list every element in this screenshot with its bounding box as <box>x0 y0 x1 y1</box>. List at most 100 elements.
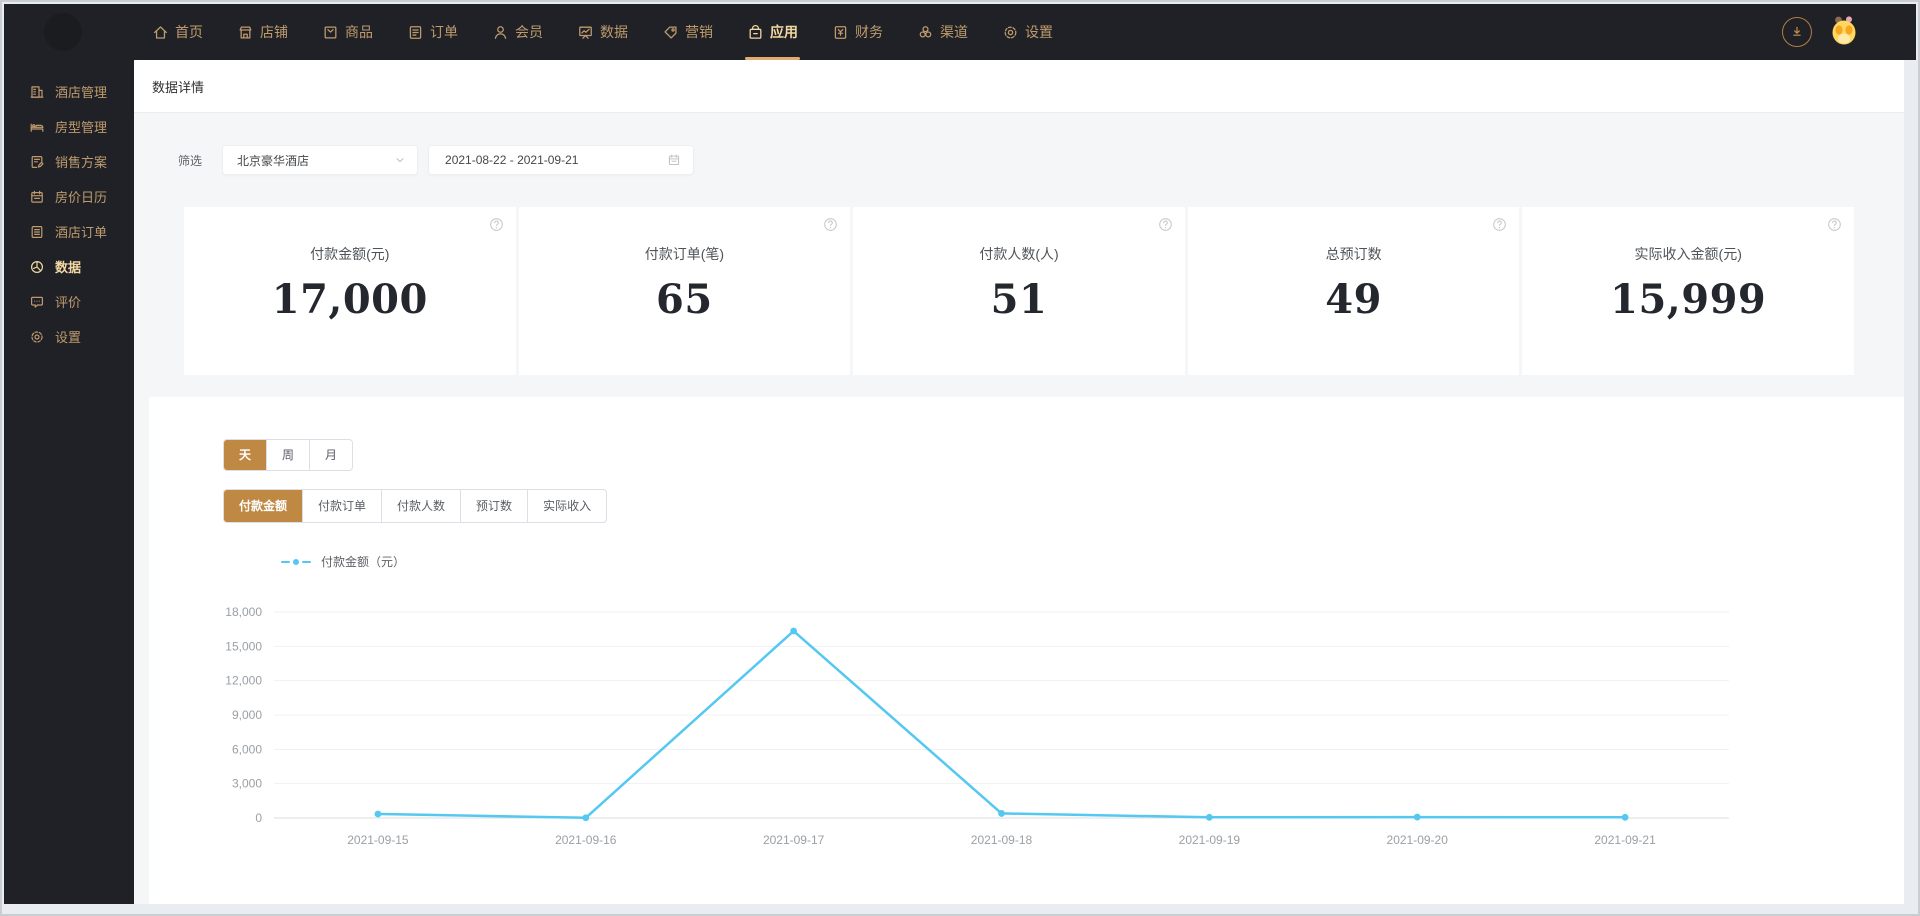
top-nav-actions <box>1782 14 1860 51</box>
nav-item-finance[interactable]: 财务 <box>832 4 883 60</box>
sidebar-item-sales-doc[interactable]: 销售方案 <box>4 144 134 179</box>
chart-legend[interactable]: 付款金额（元） <box>281 553 405 570</box>
line-chart-svg: 0 3,000 6,000 9,000 12,000 15,000 18,000 2021-0… <box>225 605 1729 847</box>
metric-tab[interactable]: 付款金额 <box>224 490 303 522</box>
nav-item-member[interactable]: 会员 <box>492 4 543 60</box>
sidebar-item-settings-gear[interactable]: 设置 <box>4 319 134 354</box>
filter-label: 筛选 <box>178 153 203 168</box>
stat-value: 65 <box>656 276 713 323</box>
hotel-building-icon <box>30 85 44 98</box>
nav-item-label: 店铺 <box>260 24 288 40</box>
nav-item-label: 应用 <box>770 24 798 40</box>
settings-gear-icon <box>31 330 43 343</box>
bed-icon <box>30 123 44 132</box>
metric-tab[interactable]: 付款订单 <box>302 490 381 522</box>
top-nav-items: 首页 店铺 商品 订单 会员 数据 营销 应用 财务 渠道 设置 <box>152 4 1053 60</box>
help-button[interactable] <box>1158 217 1173 232</box>
stat-label: 总预订数 <box>1325 246 1382 262</box>
period-tab[interactable]: 月 <box>309 440 352 470</box>
nav-item-home[interactable]: 首页 <box>152 4 203 60</box>
y-axis-tick: 0 <box>255 811 262 825</box>
legend-label: 付款金额（元） <box>321 555 406 569</box>
calendar-icon <box>667 153 681 167</box>
home-icon <box>154 25 167 39</box>
nav-item-settings-gear[interactable]: 设置 <box>1002 4 1053 60</box>
sidebar-item-order-doc[interactable]: 酒店订单 <box>4 214 134 249</box>
stat-card: 付款订单(笔) 65 <box>518 207 851 375</box>
period-tab[interactable]: 周 <box>266 440 309 470</box>
nav-item-app-bag[interactable]: 应用 <box>745 4 800 60</box>
sidebar-item-label: 房型管理 <box>55 120 108 135</box>
nav-item-label: 渠道 <box>940 24 968 40</box>
sidebar-item-review-bubble[interactable]: 评价 <box>4 284 134 319</box>
main-content: 数据详情 筛选 北京豪华酒店 2021-08-22 - 2021-09-21 付… <box>134 60 1904 904</box>
x-axis-tick: 2021-09-16 <box>555 833 617 847</box>
help-button[interactable] <box>489 217 504 232</box>
goods-icon <box>324 25 337 39</box>
sidebar-item-label: 评价 <box>55 295 82 310</box>
y-axis-tick: 15,000 <box>225 639 262 653</box>
help-button[interactable] <box>1492 217 1507 232</box>
metric-tab[interactable]: 预订数 <box>460 490 527 522</box>
shop-icon <box>239 25 252 39</box>
question-icon <box>1158 218 1172 231</box>
nav-item-marketing-tag[interactable]: 营销 <box>662 4 713 60</box>
marketing-tag-icon <box>664 25 677 39</box>
hotel-select[interactable]: 北京豪华酒店 <box>222 145 419 175</box>
sidebar-item-hotel-building[interactable]: 酒店管理 <box>4 74 134 109</box>
calendar-icon <box>31 190 43 203</box>
nav-item-label: 会员 <box>515 24 543 40</box>
filter-row: 筛选 北京豪华酒店 2021-08-22 - 2021-09-21 <box>134 113 1904 207</box>
nav-item-label: 订单 <box>430 24 458 40</box>
sidebar: 酒店管理房型管理销售方案 房价日历酒店订单数据评价设置 <box>4 60 134 904</box>
metric-tab[interactable]: 付款人数 <box>381 490 460 522</box>
sales-doc-icon <box>31 155 44 168</box>
nav-item-label: 首页 <box>175 24 203 40</box>
chevron-down-icon <box>396 158 404 163</box>
period-tab[interactable]: 天 <box>224 440 267 470</box>
channel-icon <box>919 25 932 37</box>
data-point <box>582 814 590 822</box>
stat-value: 17,000 <box>271 276 428 323</box>
x-axis-tick: 2021-09-21 <box>1594 833 1656 847</box>
data-point <box>998 810 1005 817</box>
metric-tab-group: 付款金额 付款订单 付款人数 预订数 实际收入 <box>223 489 608 523</box>
data-pie-icon <box>30 260 44 273</box>
stat-card: 付款金额(元) 17,000 <box>184 207 516 375</box>
help-button[interactable] <box>1827 217 1842 232</box>
chevron-down-icon <box>393 153 407 167</box>
sidebar-item-bed[interactable]: 房型管理 <box>4 109 134 144</box>
nav-item-data-board[interactable]: 数据 <box>577 4 628 60</box>
question-icon <box>824 218 838 231</box>
avatar-icon <box>1832 15 1856 44</box>
stat-value: 15,999 <box>1610 276 1767 323</box>
y-axis-tick: 6,000 <box>232 742 262 756</box>
stat-card: 实际收入金额(元) 15,999 <box>1522 207 1854 375</box>
period-tab-group: 天周月 <box>223 439 354 471</box>
sidebar-item-calendar[interactable]: 房价日历 <box>4 179 134 214</box>
app-window: 首页 店铺 商品 订单 会员 数据 营销 应用 财务 渠道 设置 酒店管理 房型管理 销售方案 房价日历酒… <box>0 0 1920 916</box>
sidebar-item-label: 酒店订单 <box>55 225 108 240</box>
sidebar-item-label: 数据 <box>55 260 82 275</box>
download-button[interactable] <box>1782 17 1812 47</box>
nav-item-order[interactable]: 订单 <box>407 4 458 60</box>
calendar-icon <box>668 154 680 165</box>
sidebar-item-data-pie[interactable]: 数据 <box>4 249 134 284</box>
user-avatar[interactable] <box>1828 14 1860 51</box>
data-point <box>374 810 382 818</box>
nav-item-channel[interactable]: 渠道 <box>917 4 968 60</box>
x-axis-tick: 2021-09-20 <box>1387 833 1449 847</box>
help-button[interactable] <box>823 217 838 232</box>
date-range-picker[interactable]: 2021-08-22 - 2021-09-21 <box>428 145 695 175</box>
nav-item-goods[interactable]: 商品 <box>322 4 373 60</box>
metric-tab[interactable]: 实际收入 <box>527 490 606 522</box>
x-axis-tick: 2021-09-19 <box>1179 833 1241 847</box>
series-line <box>376 629 1627 820</box>
settings-gear-icon <box>1004 26 1017 38</box>
nav-item-shop[interactable]: 店铺 <box>237 4 288 60</box>
question-icon <box>489 218 503 231</box>
data-point <box>790 627 798 635</box>
data-point <box>1413 813 1421 821</box>
line-chart: 0 3,000 6,000 9,000 12,000 15,000 18,000 2021-0… <box>179 592 1839 872</box>
y-axis-tick: 3,000 <box>232 777 262 791</box>
